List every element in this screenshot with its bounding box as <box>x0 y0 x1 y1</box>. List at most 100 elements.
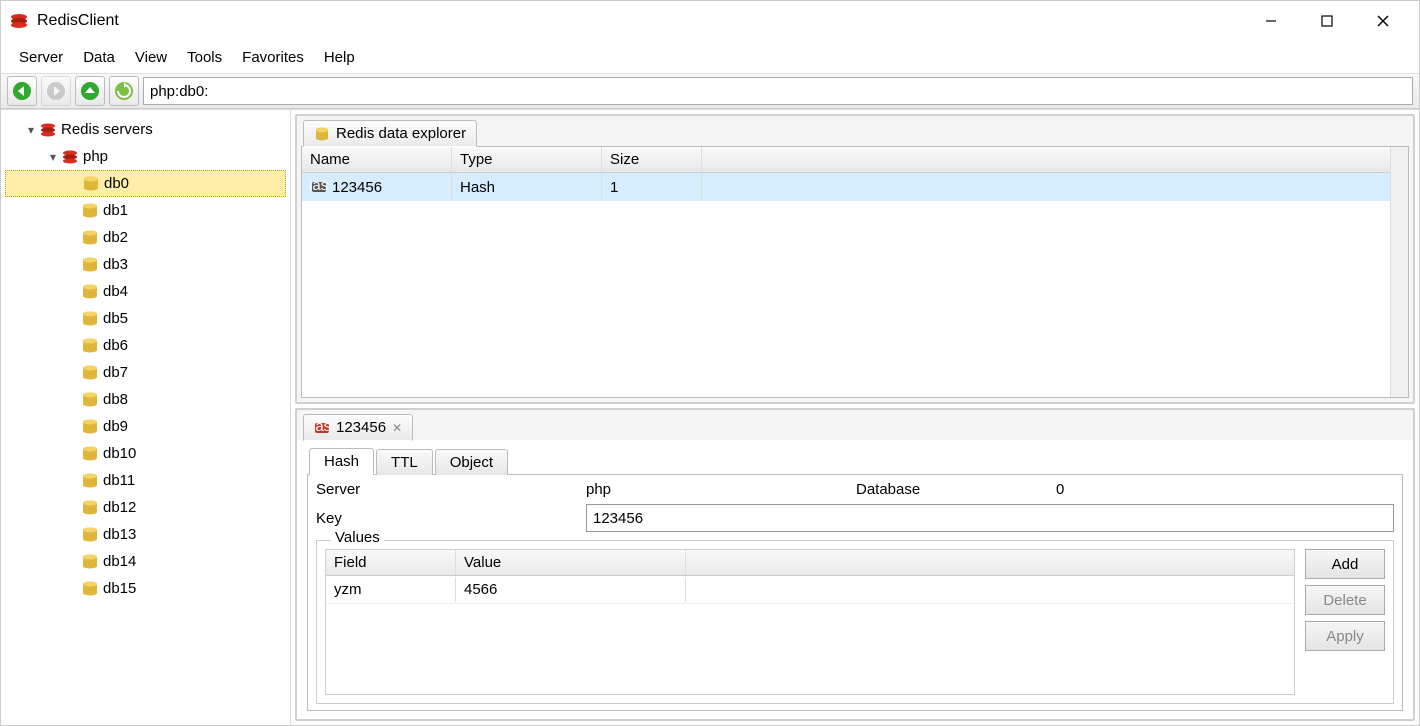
database-icon <box>81 337 99 355</box>
tree-db-label: db10 <box>103 445 136 462</box>
key-input[interactable] <box>586 504 1394 532</box>
server-tree[interactable]: ▾ Redis servers ▾ php db0 db1 db2 db3 db4 db5… <box>1 110 291 725</box>
nav-refresh-button[interactable] <box>109 76 139 106</box>
col-field[interactable]: Field <box>326 550 456 575</box>
menu-tools[interactable]: Tools <box>177 45 232 70</box>
tree-db-label: db6 <box>103 337 128 354</box>
value-field: yzm <box>326 577 456 602</box>
chevron-down-icon[interactable]: ▾ <box>23 123 39 137</box>
col-value[interactable]: Value <box>456 550 686 575</box>
minimize-button[interactable] <box>1243 1 1299 41</box>
tree-db-label: db14 <box>103 553 136 570</box>
database-icon <box>81 499 99 517</box>
values-legend: Values <box>331 529 384 546</box>
nav-forward-button[interactable] <box>41 76 71 106</box>
nav-up-button[interactable] <box>75 76 105 106</box>
nav-back-button[interactable] <box>7 76 37 106</box>
close-button[interactable] <box>1355 1 1411 41</box>
hash-icon: Hash <box>310 178 328 196</box>
scrollbar[interactable] <box>1390 147 1408 397</box>
apply-button[interactable]: Apply <box>1305 621 1385 651</box>
chevron-down-icon[interactable]: ▾ <box>45 150 61 164</box>
tree-db-db7[interactable]: db7 <box>5 359 286 386</box>
tree-db-db1[interactable]: db1 <box>5 197 286 224</box>
maximize-button[interactable] <box>1299 1 1355 41</box>
detail-body: Server php Database 0 Key Values <box>307 474 1403 711</box>
menu-help[interactable]: Help <box>314 45 365 70</box>
address-input[interactable] <box>143 77 1413 105</box>
database-icon <box>81 283 99 301</box>
tab-hash[interactable]: Hash <box>309 448 374 475</box>
content-area: ▾ Redis servers ▾ php db0 db1 db2 db3 db4 db5… <box>1 109 1419 725</box>
tree-db-db13[interactable]: db13 <box>5 521 286 548</box>
delete-button[interactable]: Delete <box>1305 585 1385 615</box>
tree-db-db9[interactable]: db9 <box>5 413 286 440</box>
menu-server[interactable]: Server <box>9 45 73 70</box>
tree-db-label: db4 <box>103 283 128 300</box>
database-icon <box>81 418 99 436</box>
values-group: Values Field Value yzm 4566 <box>316 540 1394 704</box>
database-icon <box>314 126 330 142</box>
col-size[interactable]: Size <box>602 147 702 172</box>
explorer-header: Name Type Size <box>302 147 1390 173</box>
key-tab-label: 123456 <box>336 419 386 436</box>
tree-db-db0[interactable]: db0 <box>5 170 286 197</box>
add-button[interactable]: Add <box>1305 549 1385 579</box>
tree-db-db11[interactable]: db11 <box>5 467 286 494</box>
tree-db-label: db9 <box>103 418 128 435</box>
tree-db-label: db0 <box>104 175 129 192</box>
tree-db-label: db8 <box>103 391 128 408</box>
database-icon <box>81 526 99 544</box>
explorer-tab-label: Redis data explorer <box>336 125 466 142</box>
key-tab[interactable]: Hash 123456 ✕ <box>303 414 413 441</box>
tree-db-db5[interactable]: db5 <box>5 305 286 332</box>
database-icon <box>81 364 99 382</box>
redis-servers-icon <box>39 121 57 139</box>
explorer-tab[interactable]: Redis data explorer <box>303 120 477 147</box>
close-tab-icon[interactable]: ✕ <box>392 421 402 435</box>
svg-text:Hash: Hash <box>310 178 328 194</box>
tree-db-db12[interactable]: db12 <box>5 494 286 521</box>
menu-view[interactable]: View <box>125 45 177 70</box>
label-server: Server <box>316 481 586 498</box>
menu-favorites[interactable]: Favorites <box>232 45 314 70</box>
server-icon <box>61 148 79 166</box>
tab-ttl[interactable]: TTL <box>376 449 433 475</box>
database-icon <box>81 472 99 490</box>
tree-db-db6[interactable]: db6 <box>5 332 286 359</box>
tree-db-label: db2 <box>103 229 128 246</box>
menu-bar: Server Data View Tools Favorites Help <box>1 41 1419 73</box>
tree-db-db14[interactable]: db14 <box>5 548 286 575</box>
tree-db-label: db15 <box>103 580 136 597</box>
tree-root-label: Redis servers <box>61 121 153 138</box>
values-grid[interactable]: Field Value yzm 4566 <box>325 549 1295 695</box>
database-icon <box>81 310 99 328</box>
col-type[interactable]: Type <box>452 147 602 172</box>
value-database: 0 <box>1056 481 1326 498</box>
tree-db-label: db13 <box>103 526 136 543</box>
svg-text:Hash: Hash <box>314 420 330 435</box>
tree-db-db3[interactable]: db3 <box>5 251 286 278</box>
tree-db-db15[interactable]: db15 <box>5 575 286 602</box>
tab-object[interactable]: Object <box>435 449 508 475</box>
tree-db-db10[interactable]: db10 <box>5 440 286 467</box>
tree-db-label: db12 <box>103 499 136 516</box>
tree-db-label: db3 <box>103 256 128 273</box>
tree-root[interactable]: ▾ Redis servers <box>5 116 286 143</box>
value-server: php <box>586 481 856 498</box>
tree-db-db2[interactable]: db2 <box>5 224 286 251</box>
database-icon <box>81 580 99 598</box>
database-icon <box>81 202 99 220</box>
window-title: RedisClient <box>37 12 119 30</box>
values-row[interactable]: yzm 4566 <box>326 576 1294 604</box>
explorer-row[interactable]: Hash 123456 Hash 1 <box>302 173 1390 201</box>
database-icon <box>81 445 99 463</box>
tree-db-db4[interactable]: db4 <box>5 278 286 305</box>
row-type: Hash <box>452 175 602 200</box>
col-name[interactable]: Name <box>302 147 452 172</box>
tree-server[interactable]: ▾ php <box>5 143 286 170</box>
tree-db-label: db1 <box>103 202 128 219</box>
tree-db-db8[interactable]: db8 <box>5 386 286 413</box>
label-database: Database <box>856 481 1056 498</box>
menu-data[interactable]: Data <box>73 45 125 70</box>
